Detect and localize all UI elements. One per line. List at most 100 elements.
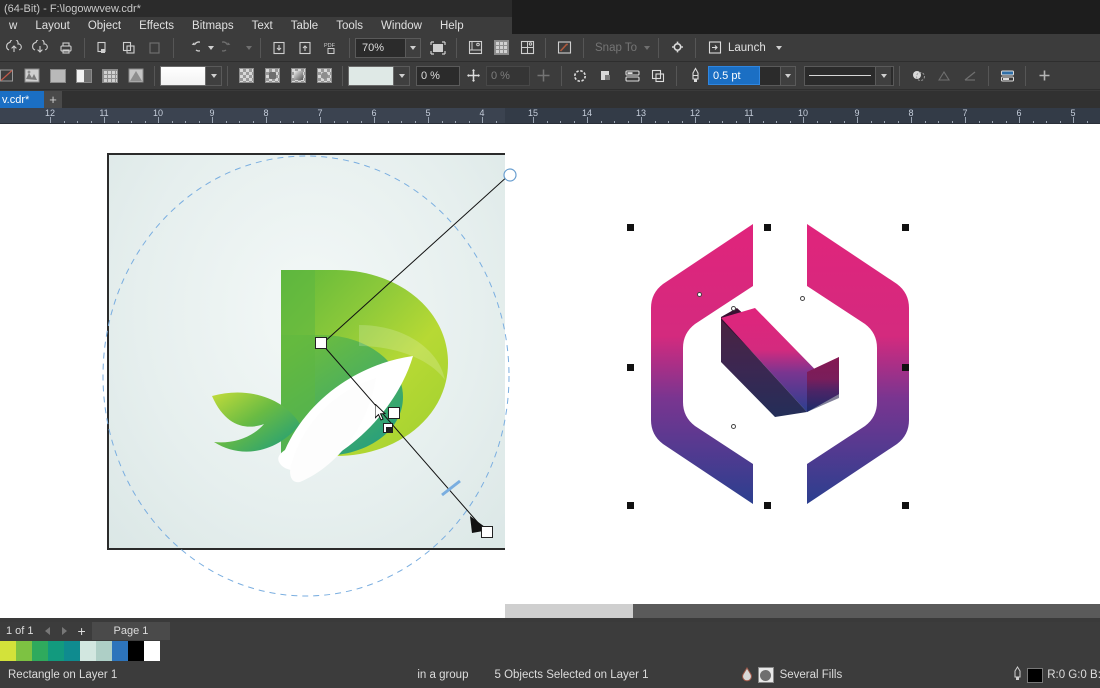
open-icon[interactable]: [2, 36, 26, 60]
selection-handle-bc[interactable]: [764, 502, 771, 509]
node-marker[interactable]: [697, 292, 702, 297]
redo-dropdown-icon[interactable]: [243, 36, 255, 60]
undo-icon[interactable]: [180, 36, 204, 60]
copy-icon[interactable]: [117, 36, 141, 60]
grid-icon[interactable]: [489, 36, 513, 60]
palette-swatch[interactable]: [144, 641, 160, 661]
outline-width-dropdown[interactable]: [760, 65, 796, 86]
undo-dropdown-icon[interactable]: [205, 36, 217, 60]
paste-icon[interactable]: [143, 36, 167, 60]
page-tab-page-1[interactable]: Page 1: [91, 622, 171, 640]
menu-effects[interactable]: Effects: [130, 18, 183, 34]
wrap-paragraph-text-icon[interactable]: [995, 64, 1019, 88]
horizontal-ruler-right[interactable]: 15 14 13 12 11 10 9 8 7 6 5: [505, 108, 1100, 124]
chevron-down-icon[interactable]: [876, 66, 891, 85]
cut-icon[interactable]: [91, 36, 115, 60]
zoom-fit-icon[interactable]: [426, 36, 450, 60]
line-style-dropdown[interactable]: [876, 65, 894, 86]
artboard-page[interactable]: [107, 153, 512, 550]
transparency-type-uniform-icon[interactable]: [260, 64, 284, 88]
rotation-move-icon[interactable]: [531, 64, 555, 88]
document-tab-active[interactable]: v.cdr*: [0, 91, 44, 108]
menu-view[interactable]: w: [0, 18, 26, 34]
node-marker[interactable]: [731, 306, 736, 311]
node-marker[interactable]: [731, 424, 736, 429]
palette-swatch[interactable]: [32, 641, 48, 661]
palette-swatch[interactable]: [64, 641, 80, 661]
transparency-color-swatch[interactable]: [348, 65, 394, 86]
document-view-left[interactable]: [0, 124, 512, 604]
palette-swatch-strip[interactable]: [0, 641, 160, 661]
n-monogram-logo[interactable]: [625, 212, 935, 512]
shadow-opacity-icon[interactable]: [932, 64, 956, 88]
menu-bitmaps[interactable]: Bitmaps: [183, 18, 243, 34]
palette-swatch[interactable]: [128, 641, 144, 661]
transparency-type-none-icon[interactable]: [234, 64, 258, 88]
selection-handle-tc[interactable]: [764, 224, 771, 231]
options-icon[interactable]: [552, 36, 576, 60]
shadow-feather-icon[interactable]: [958, 64, 982, 88]
import-icon[interactable]: [267, 36, 291, 60]
transparency-amount-input[interactable]: 0 %: [416, 65, 460, 86]
palette-swatch[interactable]: [0, 641, 16, 661]
fill-preview-swatch[interactable]: [757, 667, 774, 683]
horizontal-ruler-left[interactable]: 12 11 10 9 8 7 6 5 4: [0, 108, 505, 124]
transparency-type-fountain-icon[interactable]: [286, 64, 310, 88]
copy-transparency-icon[interactable]: [646, 64, 670, 88]
print-icon[interactable]: [54, 36, 78, 60]
fountain-fill-add-node[interactable]: [383, 423, 393, 433]
fill-color-swatch[interactable]: [160, 65, 206, 86]
scrollbar-thumb[interactable]: [505, 604, 633, 618]
menu-window[interactable]: Window: [372, 18, 431, 34]
launch-button[interactable]: Launch: [701, 37, 773, 59]
zoom-level-combo[interactable]: 70%: [355, 37, 421, 58]
selection-handle-tr[interactable]: [902, 224, 909, 231]
transparency-icon[interactable]: [568, 64, 592, 88]
palette-swatch[interactable]: [96, 641, 112, 661]
drop-shadow-icon[interactable]: [906, 64, 930, 88]
export-pdf-icon[interactable]: PDF: [319, 36, 343, 60]
chevron-down-icon[interactable]: [405, 38, 420, 57]
outline-pen-icon[interactable]: [683, 64, 707, 88]
launch-dropdown-icon[interactable]: [773, 36, 785, 60]
guides-icon[interactable]: [463, 36, 487, 60]
selection-handle-bl[interactable]: [627, 502, 634, 509]
line-style-preview[interactable]: [804, 65, 876, 86]
node-marker[interactable]: [800, 296, 805, 301]
menu-text[interactable]: Text: [243, 18, 282, 34]
fountain-fill-node-mid[interactable]: [388, 407, 400, 419]
horizontal-scrollbar[interactable]: [505, 604, 1100, 618]
chevron-down-icon[interactable]: [780, 66, 795, 85]
rulers-icon[interactable]: [515, 36, 539, 60]
next-page-icon[interactable]: [56, 623, 72, 639]
chevron-down-icon[interactable]: [206, 65, 222, 86]
new-document-tab-button[interactable]: +: [44, 91, 62, 108]
selection-handle-br[interactable]: [902, 502, 909, 509]
palette-swatch[interactable]: [112, 641, 128, 661]
menu-layout[interactable]: Layout: [26, 18, 79, 34]
uniform-fill-icon[interactable]: [46, 64, 70, 88]
texture-fill-icon[interactable]: [124, 64, 148, 88]
palette-swatch[interactable]: [16, 641, 32, 661]
fountain-fill-node-end[interactable]: [481, 526, 493, 538]
bitmap-pattern-fill-icon[interactable]: [98, 64, 122, 88]
selection-handle-mr[interactable]: [902, 364, 909, 371]
fountain-fill-node-start[interactable]: [315, 337, 327, 349]
chevron-down-icon[interactable]: [394, 65, 410, 86]
transparency-color-picker[interactable]: [348, 65, 410, 86]
blend-icon[interactable]: [594, 64, 618, 88]
gear-icon[interactable]: [665, 36, 689, 60]
selection-handle-ml[interactable]: [627, 364, 634, 371]
add-icon[interactable]: [1032, 64, 1056, 88]
rotation-amount-input[interactable]: 0 %: [486, 65, 530, 86]
leaf-d-logo[interactable]: [109, 155, 512, 550]
palette-swatch[interactable]: [80, 641, 96, 661]
palette-swatch[interactable]: [48, 641, 64, 661]
fill-color-picker[interactable]: [160, 65, 222, 86]
transparency-move-icon[interactable]: [461, 64, 485, 88]
selection-handle-tl[interactable]: [627, 224, 634, 231]
previous-page-icon[interactable]: [40, 623, 56, 639]
menu-table[interactable]: Table: [282, 18, 328, 34]
snap-to-dropdown[interactable]: Snap To: [591, 36, 653, 60]
save-icon[interactable]: [28, 36, 52, 60]
